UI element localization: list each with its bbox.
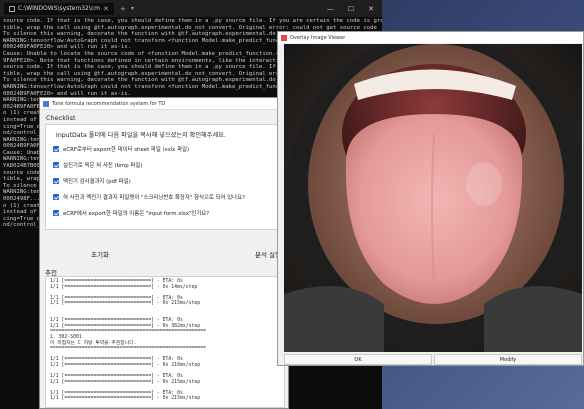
tongue-photo-graphic <box>284 44 582 352</box>
maximize-button[interactable]: ☐ <box>348 5 354 13</box>
recommendation-app-window[interactable]: Tone formula recommendation system for T… <box>39 97 289 409</box>
minimize-button[interactable]: — <box>327 5 334 13</box>
checkbox-tongue-photo[interactable]: 설진기로 찍은 혀 사진 (bmp 파일) <box>53 161 142 169</box>
app-titlebar[interactable]: Tone formula recommendation system for T… <box>40 98 288 110</box>
tongue-photo <box>284 44 582 352</box>
checklist-title: Checklist <box>46 114 76 122</box>
close-button[interactable]: ✕ <box>368 5 374 13</box>
checkbox-label: 맥진기 검사결과지 (pdf 파일) <box>63 179 131 185</box>
checklist-panel: InputData 폴더에 다음 파일을 복사해 넣으셨는지 확인해주세요. e… <box>45 124 283 230</box>
terminal-tab[interactable]: C:\WINDOWS\system32\cmd.exe ✕ <box>4 2 114 15</box>
reset-button[interactable]: 초기화 <box>45 247 155 261</box>
checkbox-label: eCRF에서 export한 파일의 이름은 "input form.xlsx"… <box>63 211 210 217</box>
checklist-intro: InputData 폴더에 다음 파일을 복사해 넣으셨는지 확인해주세요. <box>56 132 226 139</box>
terminal-tab-title: C:\WINDOWS\system32\cmd.exe <box>18 5 101 12</box>
checkbox-label: 혀 사진과 맥진기 결과지 파일명이 "스크리닝번호.확장자" 형식으로 되어 … <box>63 195 245 201</box>
viewer-titlebar[interactable]: Overlay Image Viewer <box>278 32 583 43</box>
terminal-titlebar[interactable]: C:\WINDOWS\system32\cmd.exe ✕ + ▾ — ☐ ✕ <box>0 0 382 17</box>
checkbox-ecrf-sheet[interactable]: eCRF로부터 export한 데이터 sheet 파일 (xslx 파일) <box>53 145 189 153</box>
viewer-app-icon <box>281 34 287 41</box>
checkbox-pulse-report[interactable]: 맥진기 검사결과지 (pdf 파일) <box>53 177 131 185</box>
modify-button[interactable]: Modify <box>434 354 582 365</box>
checkbox-checked-icon[interactable] <box>53 194 59 200</box>
checkbox-checked-icon[interactable] <box>53 146 59 152</box>
terminal-line: source code. If that is the case, you sh… <box>3 18 382 24</box>
viewer-title: Overlay Image Viewer <box>290 34 346 41</box>
chevron-down-icon[interactable]: ▾ <box>131 5 134 12</box>
checkbox-checked-icon[interactable] <box>53 210 59 216</box>
new-tab-icon[interactable]: + <box>120 5 126 13</box>
checkbox-input-form-name[interactable]: eCRF에서 export한 파일의 이름은 "input form.xlsx"… <box>53 209 209 217</box>
close-tab-icon[interactable]: ✕ <box>103 5 109 13</box>
image-viewer-window[interactable]: Overlay Image Viewer OK Modify <box>277 31 584 366</box>
app-icon <box>43 100 49 107</box>
checkbox-checked-icon[interactable] <box>53 162 59 168</box>
checkbox-label: eCRF로부터 export한 데이터 sheet 파일 (xslx 파일) <box>63 147 190 153</box>
ok-button[interactable]: OK <box>284 354 432 365</box>
app-title: Tone formula recommendation system for T… <box>52 100 166 107</box>
recommendation-log[interactable]: 1/1 [==============================] - E… <box>45 276 285 408</box>
checkbox-filename-format[interactable]: 혀 사진과 맥진기 결과지 파일명이 "스크리닝번호.확장자" 형식으로 되어 … <box>53 193 245 201</box>
run-analysis-button[interactable]: 분석 실행 <box>175 247 285 261</box>
checkbox-checked-icon[interactable] <box>53 178 59 184</box>
checkbox-label: 설진기로 찍은 혀 사진 (bmp 파일) <box>63 163 143 169</box>
terminal-icon <box>9 5 15 12</box>
